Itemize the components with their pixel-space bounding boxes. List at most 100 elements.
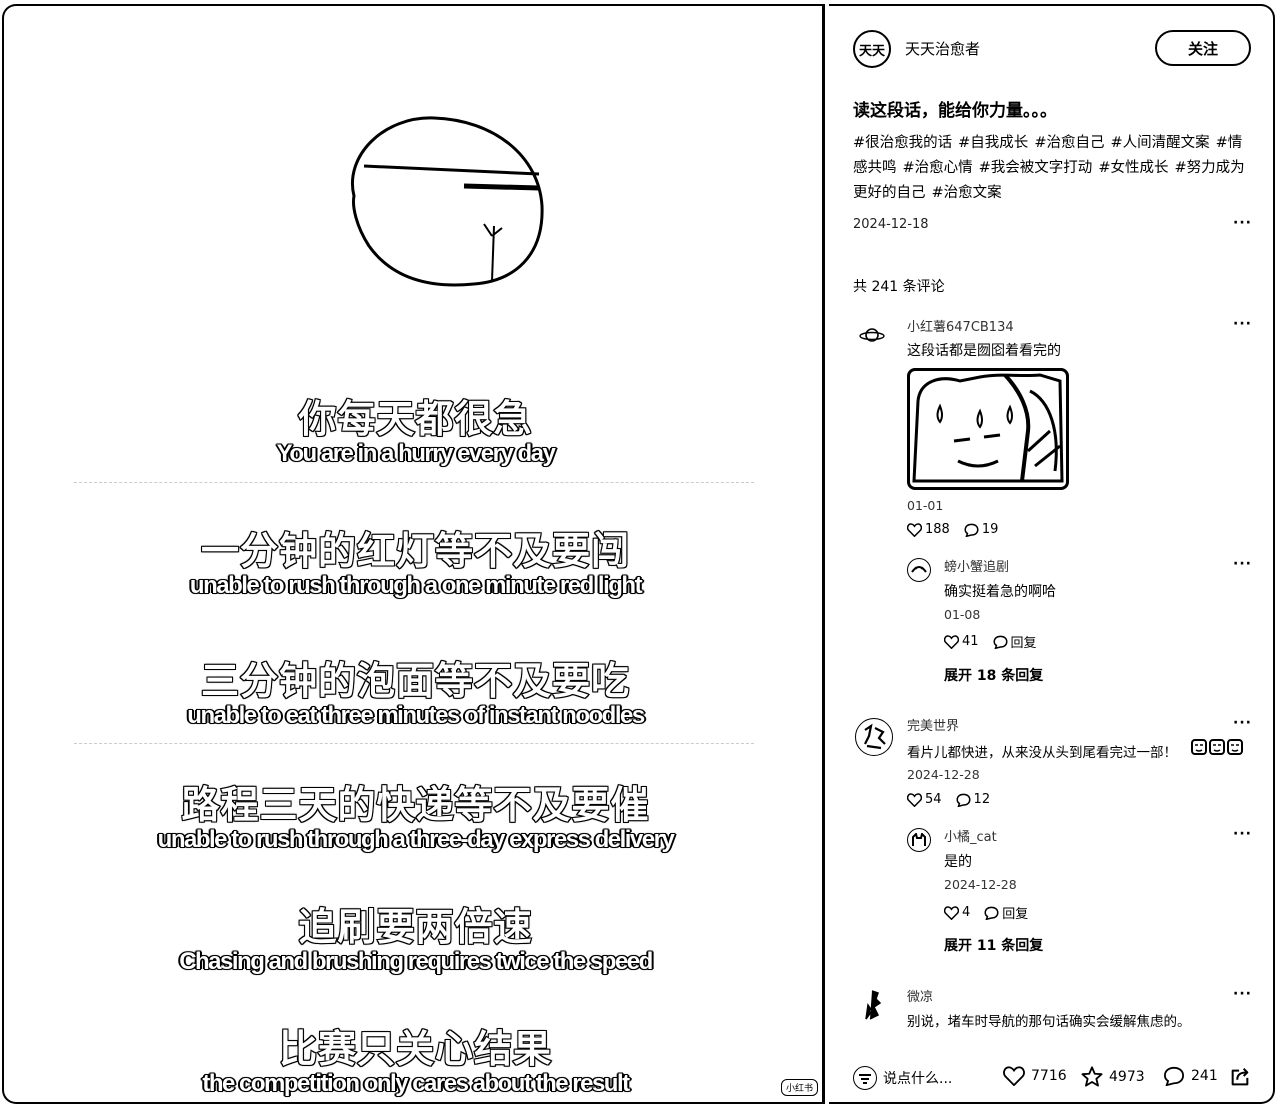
like-count: 41 [962, 634, 979, 649]
subtitle-2: 一分钟的红灯等不及要闯 unable to rush through a one… [4, 529, 822, 600]
video-panel[interactable]: 你每天都很急 You are in a hurry every day 一分钟的… [2, 4, 825, 1104]
subtitle-en: unable to eat three minutes of instant n… [187, 702, 645, 729]
sticker-image[interactable] [907, 368, 1069, 490]
my-avatar [853, 1066, 877, 1090]
user-avatar[interactable] [857, 988, 893, 1024]
star-total: 4973 [1109, 1068, 1145, 1085]
more-options-icon[interactable]: ··· [1233, 986, 1252, 1002]
reply-button[interactable]: 19 [964, 522, 998, 537]
reply-count: 12 [973, 792, 991, 807]
comments-count: 共 241 条评论 [853, 279, 945, 295]
like-button[interactable]: 41 [944, 634, 979, 649]
expand-replies-link[interactable]: 展开 18 条回复 [944, 665, 1043, 685]
comment-username[interactable]: 小红薯647CB134 [907, 316, 1014, 335]
more-options-icon[interactable]: ··· [1233, 826, 1252, 842]
heart-icon [944, 634, 959, 649]
comment-total: 241 [1191, 1068, 1218, 1084]
heart-icon [1003, 1066, 1025, 1086]
like-total: 7716 [1031, 1068, 1067, 1084]
reply-username[interactable]: 螃小蟹追剧 [944, 556, 1009, 575]
reply-username[interactable]: 小橘_cat [944, 826, 997, 845]
comment-username[interactable]: 完美世界 [907, 715, 959, 734]
tag-link[interactable]: #自我成长 [958, 135, 1028, 151]
tag-link[interactable]: #人间清醒文案 [1110, 135, 1209, 151]
like-button[interactable]: 4 [944, 905, 970, 920]
reply-label: 回复 [1010, 636, 1037, 651]
tag-link[interactable]: #治愈心情 [903, 160, 973, 176]
share-icon [1231, 1068, 1249, 1086]
author-avatar[interactable]: 天天 [853, 30, 891, 68]
comment-bubble-icon [956, 793, 971, 807]
follow-button[interactable]: 关注 [1155, 30, 1251, 66]
comment-username[interactable]: 微凉 [907, 986, 933, 1005]
reply-button[interactable]: 回复 [984, 903, 1028, 922]
tag-link[interactable]: #治愈文案 [932, 185, 1002, 201]
like-count: 4 [962, 905, 971, 920]
comment-text: 这段话都是囫囵着看完的 [907, 343, 1061, 359]
subtitle-cn: 路程三天的快递等不及要催 [180, 783, 650, 827]
subtitle-en: You are in a hurry every day [276, 440, 556, 467]
star-icon [1081, 1066, 1103, 1087]
tag-link[interactable]: #很治愈我的话 [853, 135, 952, 151]
comment-bubble-icon [984, 906, 999, 920]
more-options-icon[interactable]: ··· [1233, 556, 1252, 572]
reply-button[interactable]: 回复 [993, 632, 1037, 651]
post-date: 2024-12-18 [853, 217, 929, 232]
share-button[interactable] [1229, 1066, 1251, 1088]
doodle-drawing [351, 116, 544, 287]
tag-link[interactable]: #女性成长 [1098, 160, 1168, 176]
more-options-icon[interactable]: ··· [1233, 715, 1252, 731]
subtitle-cn: 一分钟的红灯等不及要闯 [200, 529, 630, 573]
like-button[interactable]: 54 [907, 792, 942, 807]
divider [74, 482, 754, 485]
tag-link[interactable]: #治愈自己 [1034, 135, 1104, 151]
subtitle-6: 比赛只关心结果 the competition only cares about… [4, 1027, 822, 1098]
post-title: 读这段话，能给你力量。。。 [853, 101, 1057, 121]
reply-text: 是的 [944, 854, 972, 870]
subtitle-en: unable to rush through a one minute red … [189, 572, 643, 599]
author-row: 天天 天天治愈者 关注 [853, 28, 1253, 72]
subtitle-cn: 比赛只关心结果 [278, 1027, 552, 1071]
subtitle-3: 三分钟的泡面等不及要吃 unable to eat three minutes … [4, 659, 822, 730]
tag-link[interactable]: #我会被文字打动 [979, 160, 1093, 176]
comment-actions: 54 12 [907, 792, 990, 807]
bottom-action-bar: 说点什么... 7716 4973 241 [829, 1058, 1273, 1098]
comment-input[interactable]: 说点什么... [853, 1063, 952, 1093]
collect-stat-button[interactable]: 4973 [1081, 1066, 1145, 1087]
comment-text: 别说，堵车时导航的那句话确实会缓解焦虑的。 [907, 1014, 1191, 1030]
reply-actions: 4 回复 [944, 903, 1028, 922]
expand-replies-link[interactable]: 展开 11 条回复 [944, 935, 1043, 955]
crab-avatar-icon[interactable] [907, 558, 931, 582]
subtitle-en: Chasing and brushing requires twice the … [179, 948, 653, 975]
emoji-icon [1209, 739, 1225, 755]
reply-button[interactable]: 12 [956, 792, 991, 807]
subtitle-1: 你每天都很急 You are in a hurry every day [4, 397, 822, 468]
more-options-icon[interactable]: ··· [1233, 316, 1252, 332]
comment-stat-button[interactable]: 241 [1163, 1066, 1218, 1086]
emoji-icon [1191, 739, 1207, 755]
watermark-logo: 小红书 [780, 1079, 818, 1096]
author-name[interactable]: 天天治愈者 [905, 38, 980, 59]
more-options-icon[interactable]: ··· [1233, 215, 1252, 231]
reply-text: 确实挺着急的啊哈 [944, 584, 1056, 600]
reply-date: 01-08 [944, 607, 981, 622]
subtitle-en: the competition only cares about the res… [202, 1070, 630, 1097]
like-stat-button[interactable]: 7716 [1003, 1066, 1067, 1086]
planet-avatar-icon[interactable] [859, 322, 885, 348]
comment-date: 2024-12-28 [907, 767, 980, 782]
subtitle-cn: 三分钟的泡面等不及要吃 [200, 659, 630, 703]
comment-bubble-icon [964, 523, 979, 537]
avatar-text: 天天 [858, 43, 885, 59]
comment-text: 看片儿都快进，从来没从头到尾看完过一部！ [907, 745, 1177, 761]
cat-avatar-icon[interactable] [907, 828, 931, 852]
divider [74, 743, 754, 746]
comment-bubble-icon [993, 635, 1008, 649]
user-avatar[interactable] [855, 718, 893, 756]
subtitle-cn: 追刷要两倍速 [297, 905, 533, 949]
like-count: 188 [925, 522, 950, 537]
like-button[interactable]: 188 [907, 522, 950, 537]
comment-actions: 188 19 [907, 522, 998, 537]
reply-actions: 41 回复 [944, 632, 1037, 651]
emoji-group [1191, 739, 1243, 755]
post-detail-panel: 天天 天天治愈者 关注 读这段话，能给你力量。。。 #很治愈我的话 #自我成长 #治… [829, 4, 1275, 1104]
